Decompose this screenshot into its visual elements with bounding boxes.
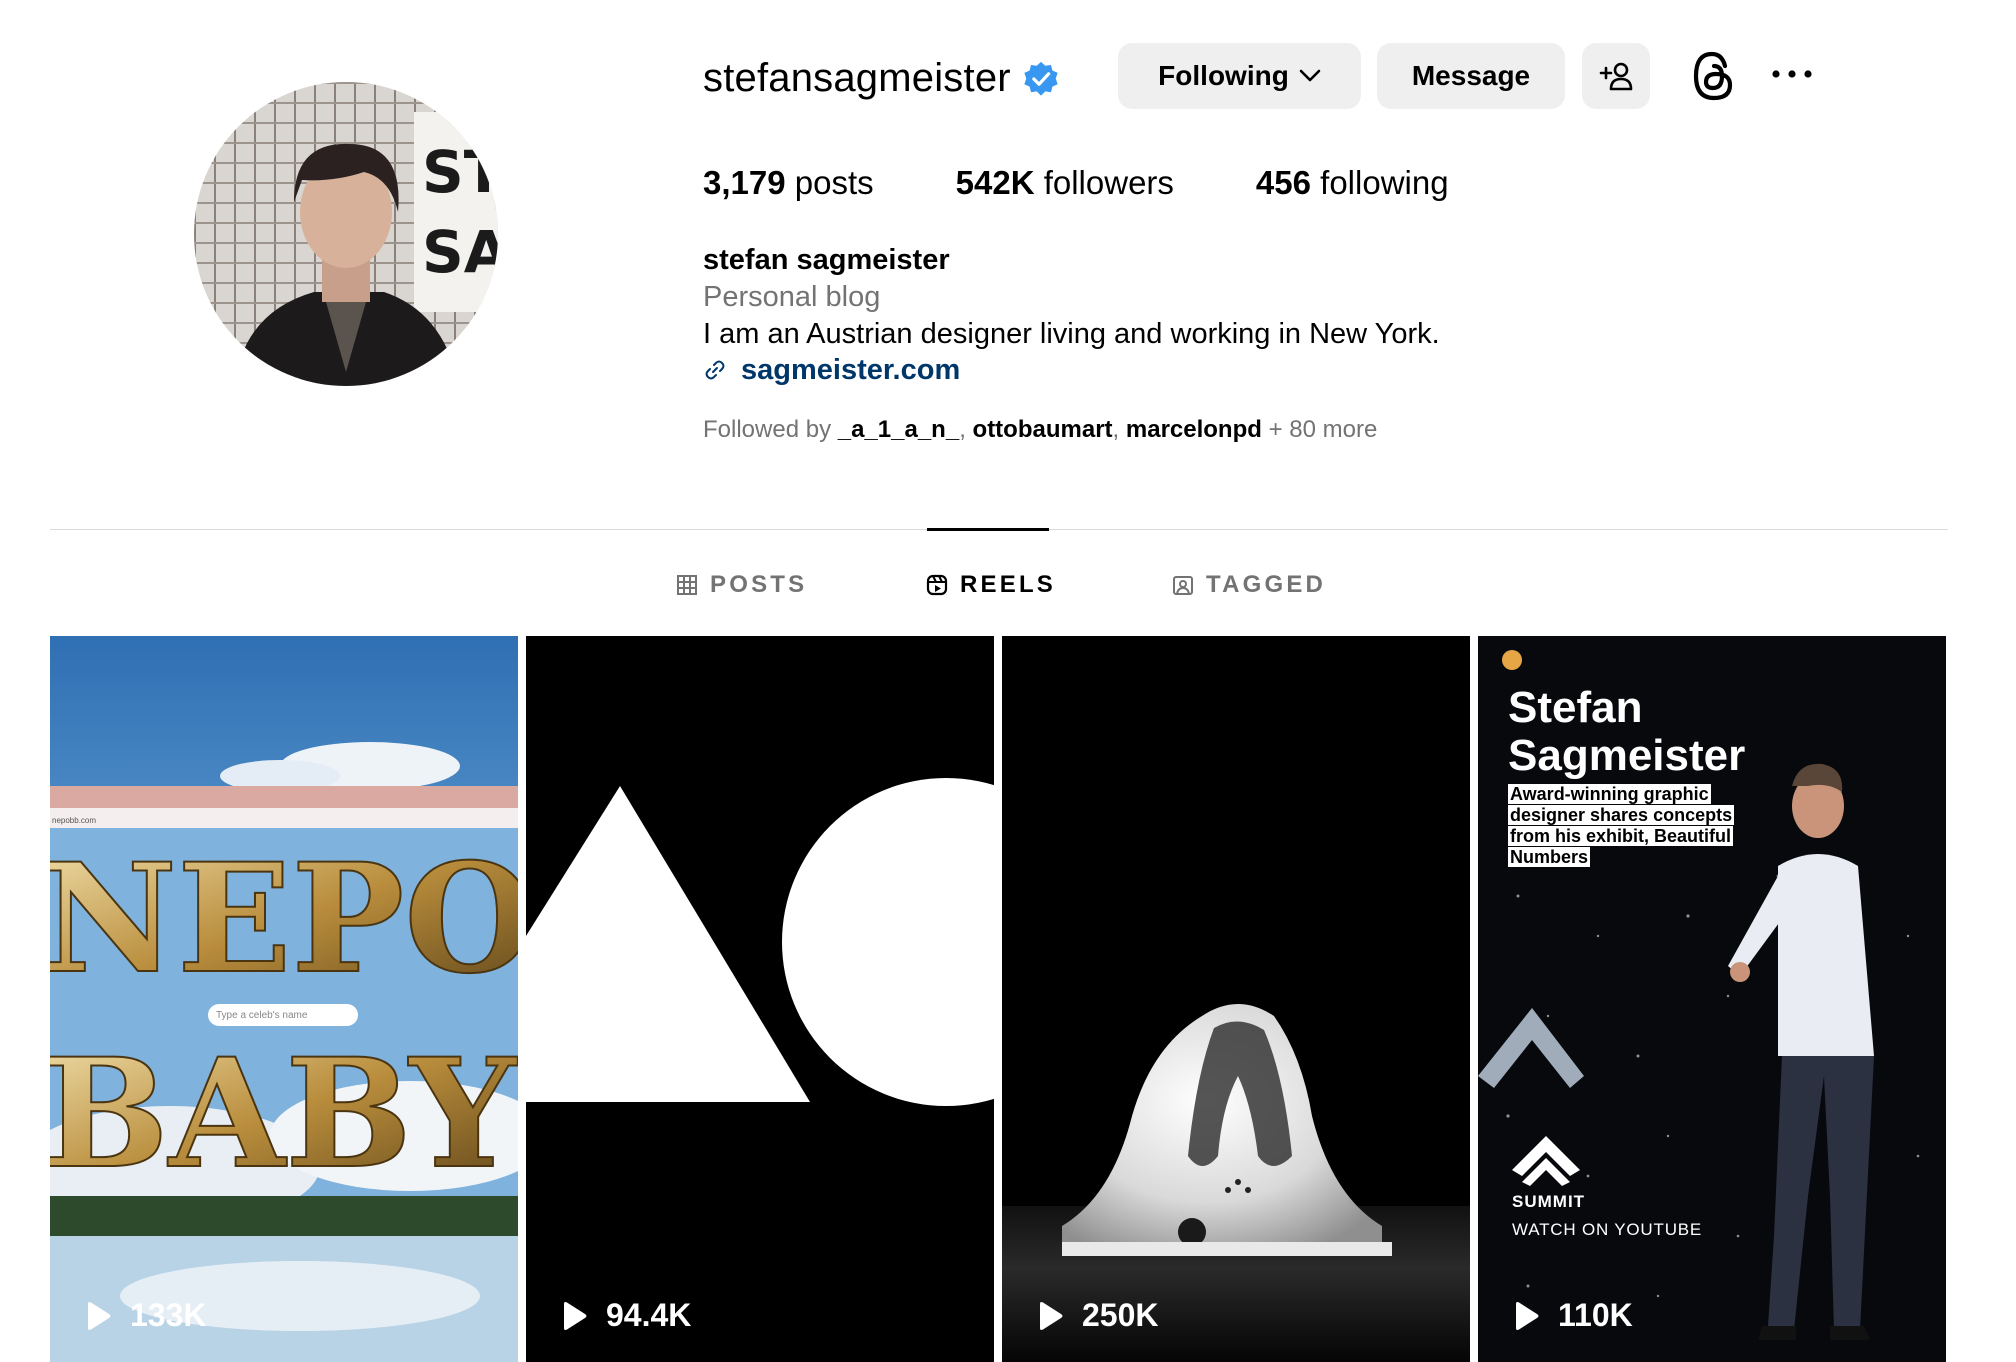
tab-reels[interactable]: REELS bbox=[926, 567, 1056, 603]
add-user-icon bbox=[1599, 62, 1633, 91]
threads-icon[interactable] bbox=[1690, 48, 1738, 104]
following-stat[interactable]: 456 following bbox=[1256, 160, 1449, 206]
profile-avatar[interactable]: ST SA bbox=[194, 82, 498, 386]
browser-url: nepobb.com bbox=[52, 816, 97, 825]
profile-full-name: stefan sagmeister bbox=[703, 244, 950, 276]
svg-text:NEPO: NEPO bbox=[50, 831, 518, 1007]
reel-tile[interactable]: NEPO BABY nepobb.com Type a celeb's name… bbox=[50, 636, 518, 1362]
posts-count: 3,179 bbox=[703, 164, 786, 201]
followers-stat[interactable]: 542K followers bbox=[956, 160, 1174, 206]
play-icon bbox=[1040, 1301, 1063, 1330]
reel-tile[interactable]: Stefan Sagmeister Award-winning graphic … bbox=[1478, 636, 1946, 1362]
reel-views: 94.4K bbox=[606, 1297, 692, 1333]
followed-by-name[interactable]: ottobaumart bbox=[973, 416, 1113, 443]
reel-view-count: 250K bbox=[1036, 1297, 1159, 1334]
play-icon bbox=[88, 1301, 111, 1330]
reel-thumbnail: NEPO BABY bbox=[50, 636, 518, 1362]
avatar-photo: ST SA bbox=[194, 82, 498, 386]
reels-icon bbox=[926, 574, 948, 596]
reel-views: 110K bbox=[1558, 1297, 1633, 1333]
tab-posts[interactable]: POSTS bbox=[676, 567, 807, 603]
reel-tile[interactable]: 250K bbox=[1002, 636, 1470, 1362]
tagged-icon bbox=[1173, 576, 1193, 595]
reel-title-line: Stefan bbox=[1508, 683, 1643, 732]
svg-text:ST: ST bbox=[422, 138, 498, 206]
more-icon[interactable] bbox=[1768, 62, 1816, 86]
posts-stat: 3,179 posts bbox=[703, 160, 874, 206]
message-button-label: Message bbox=[1411, 60, 1531, 91]
followed-by-name[interactable]: marcelonpd bbox=[1126, 416, 1262, 443]
tab-tagged[interactable]: TAGGED bbox=[1172, 567, 1326, 603]
summit-logo-text: SUMMIT bbox=[1512, 1192, 1586, 1211]
active-tab-indicator bbox=[927, 528, 1049, 531]
followed-by-more[interactable]: + 80 more bbox=[1269, 416, 1378, 443]
svg-text:BABY: BABY bbox=[50, 1026, 518, 1202]
svg-text:SA: SA bbox=[422, 218, 498, 286]
profile-link-row[interactable]: sagmeister.com bbox=[703, 350, 960, 390]
reel-title-line: Sagmeister bbox=[1508, 731, 1746, 780]
reel-view-count: 110K bbox=[1512, 1297, 1633, 1334]
tab-posts-label: POSTS bbox=[710, 571, 808, 598]
chevron-down-icon bbox=[1299, 69, 1321, 82]
reel-title: Stefan Sagmeister bbox=[1508, 684, 1745, 780]
reel-thumbnail bbox=[1002, 636, 1470, 1362]
suggest-accounts-button[interactable] bbox=[1582, 43, 1650, 109]
following-button[interactable]: Following bbox=[1118, 43, 1361, 109]
followed-by[interactable]: Followed by _a_1_a_n_, ottobaumart, marc… bbox=[703, 413, 1377, 447]
profile-stats: 3,179 posts 542K followers 456 following bbox=[703, 160, 1531, 206]
following-count: 456 bbox=[1255, 164, 1311, 201]
reel-views: 250K bbox=[1082, 1297, 1159, 1333]
following-button-label: Following bbox=[1158, 60, 1289, 91]
followed-by-name[interactable]: _a_1_a_n_ bbox=[838, 416, 959, 443]
following-label: following bbox=[1320, 164, 1449, 201]
watch-on-youtube-text: WATCH ON YOUTUBE bbox=[1512, 1220, 1703, 1239]
profile-bio: I am an Austrian designer living and wor… bbox=[703, 318, 1440, 350]
reel-subtitle: Award-winning graphic designer shares co… bbox=[1508, 784, 1768, 868]
play-icon bbox=[1516, 1301, 1539, 1330]
reel-thumbnail bbox=[526, 636, 994, 1362]
tab-tagged-label: TAGGED bbox=[1206, 571, 1327, 598]
message-button[interactable]: Message bbox=[1377, 43, 1565, 109]
profile-username: stefansagmeister bbox=[703, 56, 1011, 100]
play-icon bbox=[564, 1301, 587, 1330]
reel-subtitle-text: Award-winning graphic designer shares co… bbox=[1508, 784, 1735, 867]
grid-icon bbox=[677, 575, 697, 595]
followed-by-prefix: Followed by bbox=[703, 416, 832, 443]
tab-reels-label: REELS bbox=[960, 571, 1057, 598]
verified-badge-icon bbox=[1024, 61, 1058, 96]
reel-tile[interactable]: 94.4K bbox=[526, 636, 994, 1362]
reel-view-count: 94.4K bbox=[560, 1297, 691, 1334]
thumbnail-search-bar: Type a celeb's name bbox=[208, 1004, 358, 1026]
profile-category: Personal blog bbox=[703, 281, 881, 313]
link-icon bbox=[705, 360, 725, 380]
profile-website-link[interactable]: sagmeister.com bbox=[741, 354, 960, 387]
posts-label: posts bbox=[794, 164, 874, 201]
followers-count: 542K bbox=[955, 164, 1035, 201]
reel-views: 133K bbox=[130, 1297, 207, 1333]
followers-label: followers bbox=[1043, 164, 1174, 201]
reel-view-count: 133K bbox=[84, 1297, 207, 1334]
